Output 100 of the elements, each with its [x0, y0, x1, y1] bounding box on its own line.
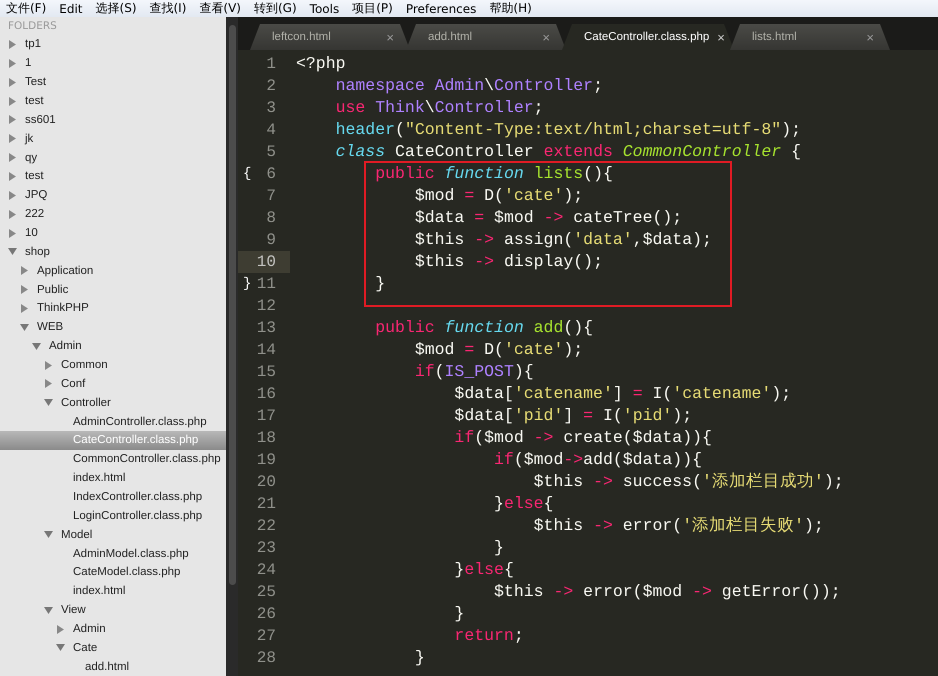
tree-item[interactable]: qy: [0, 148, 226, 168]
tree-item-label: Public: [37, 284, 68, 296]
tree-item[interactable]: AdminModel.class.php: [0, 544, 226, 564]
tree-item[interactable]: ThinkPHP: [0, 299, 226, 318]
tree-item-label: Test: [25, 76, 46, 88]
tree-item[interactable]: index.html: [0, 582, 226, 601]
tree-item[interactable]: tp1: [0, 35, 226, 54]
close-icon[interactable]: ×: [386, 30, 394, 44]
file-tab[interactable]: leftcon.html ×: [250, 24, 410, 50]
tree-item[interactable]: add.html: [0, 657, 226, 676]
tree-item-label: Common: [61, 359, 108, 372]
tree-item[interactable]: IndexController.class.php: [0, 488, 226, 506]
menu-item[interactable]: 文件(F): [6, 0, 46, 17]
tree-item[interactable]: CateModel.class.php: [0, 563, 226, 582]
line-number: 10: [256, 253, 276, 271]
code-line: $data['catename'] = I('catename');: [453, 383, 792, 405]
tree-item-label: CateModel.class.php: [73, 566, 180, 578]
line-number: 28: [256, 649, 276, 667]
tree-item-label: Application: [37, 264, 94, 277]
code-line: if(IS_POST){: [414, 361, 535, 383]
tree-item[interactable]: jk: [0, 129, 226, 148]
tree-item-label: shop: [25, 246, 50, 258]
tree-item[interactable]: Conf: [0, 374, 226, 394]
code-line: $this -> assign('data',$data);: [414, 229, 713, 251]
line-number: 11: [256, 275, 276, 293]
tree-item-label: test: [25, 95, 44, 107]
line-number: 6: [266, 165, 276, 183]
tree-item[interactable]: test: [0, 167, 226, 186]
tree-item[interactable]: index.html: [0, 468, 226, 488]
tree-item-label: tp1: [25, 38, 41, 50]
menu-item[interactable]: Tools: [310, 2, 340, 16]
code-line: return;: [453, 625, 525, 647]
tree-item-label: JPQ: [25, 189, 48, 202]
scrollbar-thumb[interactable]: [228, 25, 236, 585]
sidebar-title: FOLDERS: [7, 19, 58, 34]
tree-item-label: add.html: [85, 660, 130, 673]
fold-marker[interactable]: {: [243, 166, 252, 182]
code-line: namespace Admin\Controller;: [334, 75, 604, 97]
scrollbar[interactable]: [226, 17, 238, 676]
tree-item[interactable]: WEB: [0, 318, 226, 337]
tree-item-label: index.html: [73, 585, 126, 598]
tree-item-label: jk: [25, 132, 34, 145]
tree-item[interactable]: 222: [0, 204, 226, 224]
tree-item-label: Controller: [61, 396, 111, 409]
tree-item[interactable]: Application: [0, 261, 226, 280]
menu-item[interactable]: 转到(G): [254, 0, 297, 17]
tree-item[interactable]: Controller: [0, 393, 226, 412]
line-number: 4: [266, 121, 276, 139]
code-line: header("Content-Type:text/html;charset=utf-8");: [334, 119, 802, 141]
close-icon[interactable]: ×: [717, 30, 725, 44]
line-number: 20: [256, 473, 276, 491]
code-line: }: [374, 273, 386, 295]
tree-item[interactable]: Cate: [0, 638, 226, 658]
file-tab[interactable]: lists.html ×: [730, 24, 890, 50]
tree-item[interactable]: Admin: [0, 620, 226, 638]
menu-item[interactable]: 选择(S): [96, 0, 136, 17]
tree-item-label: Conf: [61, 378, 86, 390]
tree-item[interactable]: Common: [0, 356, 226, 374]
tree-item[interactable]: JPQ: [0, 186, 226, 205]
fold-marker[interactable]: }: [243, 276, 252, 292]
menu-item[interactable]: Preferences: [406, 2, 476, 16]
tree-item[interactable]: Model: [0, 525, 226, 544]
menu-item[interactable]: 帮助(H): [489, 0, 532, 17]
tree-item[interactable]: Admin: [0, 336, 226, 356]
file-tab[interactable]: CateController.class.php ×: [562, 24, 734, 50]
tree-item[interactable]: AdminController.class.php: [0, 412, 226, 432]
tree-item[interactable]: 10: [0, 224, 226, 242]
tree-item[interactable]: Test: [0, 72, 226, 92]
line-number: 14: [256, 341, 276, 359]
tree-item[interactable]: test: [0, 92, 226, 110]
tree-item[interactable]: Public: [0, 280, 226, 300]
tree-item-label: Admin: [49, 340, 82, 352]
menu-item[interactable]: 查看(V): [199, 0, 241, 17]
code-line: <?php: [296, 53, 347, 75]
tree-item[interactable]: ss601: [0, 110, 226, 130]
code-line: }: [493, 537, 505, 559]
line-number: 19: [256, 451, 276, 469]
tree-item[interactable]: LoginController.class.php: [0, 506, 226, 526]
tree-item[interactable]: CommonController.class.php: [0, 450, 226, 469]
line-number: 24: [256, 561, 276, 579]
code-line: $data = $mod -> cateTree();: [414, 207, 684, 229]
code-line: }: [453, 603, 466, 625]
tree-item-label: AdminModel.class.php: [73, 548, 189, 560]
close-icon[interactable]: ×: [866, 30, 874, 44]
tree-item[interactable]: shop: [0, 242, 226, 262]
tree-item[interactable]: View: [0, 600, 226, 620]
menu-item[interactable]: 项目(P): [352, 0, 393, 17]
menu-item[interactable]: Edit: [59, 2, 83, 16]
file-tab[interactable]: add.html ×: [406, 24, 566, 50]
tree-item-label: 10: [25, 227, 38, 240]
tree-item-label: 1: [25, 57, 32, 70]
line-number: 15: [256, 363, 276, 381]
tree-item-label: AdminController.class.php: [73, 416, 207, 428]
close-icon[interactable]: ×: [542, 30, 550, 44]
tree-item-label: CommonController.class.php: [73, 453, 221, 466]
menu-item[interactable]: 查找(I): [150, 0, 186, 17]
tree-item[interactable]: 1: [0, 54, 226, 73]
code-line: }: [414, 647, 426, 669]
line-number: 8: [266, 209, 276, 227]
code-line: public function add(){: [374, 317, 594, 339]
